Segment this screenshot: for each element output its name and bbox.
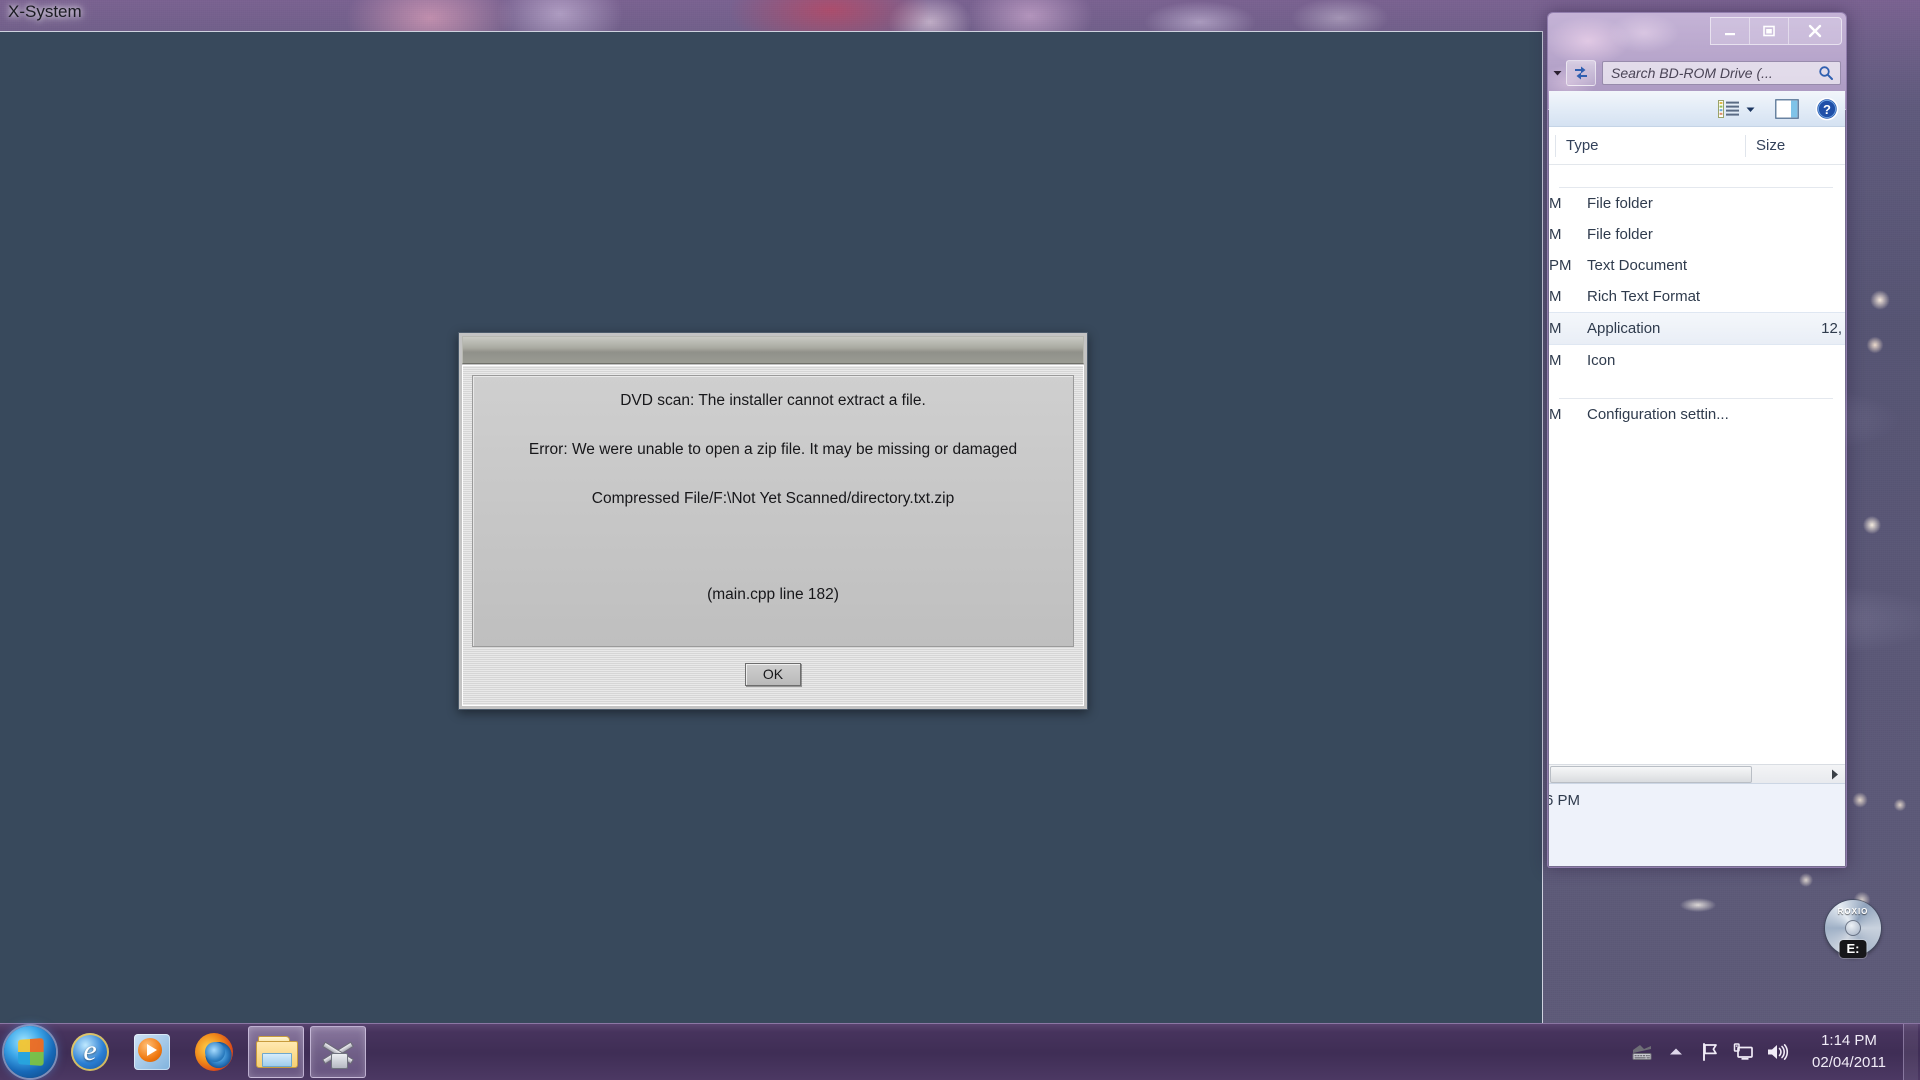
cell-date-modified: M bbox=[1549, 195, 1562, 212]
scrollbar-thumb[interactable] bbox=[1550, 765, 1752, 783]
column-headers: Type Size bbox=[1549, 127, 1845, 165]
clock-time: 1:14 PM bbox=[1821, 1032, 1877, 1049]
taskbar-item-internet-explorer[interactable] bbox=[62, 1026, 118, 1078]
table-row[interactable]: M File folder bbox=[1549, 219, 1845, 250]
action-center-flag-icon[interactable] bbox=[1693, 1024, 1727, 1080]
dialog-message-pane: DVD scan: The installer cannot extract a… bbox=[472, 375, 1074, 647]
cell-size: 12, bbox=[1821, 320, 1842, 337]
dialog-message-line-3: Compressed File/F:\Not Yet Scanned/direc… bbox=[591, 490, 955, 507]
views-button[interactable] bbox=[1718, 99, 1755, 118]
close-button[interactable] bbox=[1789, 18, 1841, 44]
input-method-icon[interactable] bbox=[1625, 1024, 1659, 1080]
explorer-window[interactable]: Search BD-ROM Drive (... ? Type Size M F… bbox=[1547, 12, 1847, 868]
views-icon bbox=[1718, 99, 1739, 118]
search-input[interactable]: Search BD-ROM Drive (... bbox=[1602, 61, 1841, 85]
clock-date: 02/04/2011 bbox=[1812, 1054, 1886, 1071]
cell-date-modified: M bbox=[1549, 320, 1562, 337]
table-row[interactable]: M Application 12, bbox=[1549, 312, 1845, 345]
cell-date-modified: M bbox=[1549, 226, 1562, 243]
volume-icon[interactable] bbox=[1761, 1024, 1795, 1080]
dialog-surface: DVD scan: The installer cannot extract a… bbox=[462, 365, 1084, 706]
arrow-right-icon[interactable] bbox=[1825, 769, 1845, 780]
disc-brand-label: ROXIO bbox=[1837, 907, 1869, 916]
cell-type: Rich Text Format bbox=[1587, 288, 1701, 305]
dialog-message-line-1: DVD scan: The installer cannot extract a… bbox=[620, 392, 926, 409]
table-row[interactable]: M Configuration settin... bbox=[1549, 399, 1845, 430]
help-button[interactable]: ? bbox=[1815, 97, 1839, 121]
details-modified-time: 6 PM bbox=[1549, 792, 1581, 809]
show-desktop-button[interactable] bbox=[1903, 1024, 1918, 1080]
xsystem-window-title: X-System bbox=[8, 2, 82, 21]
dialog-titlebar[interactable] bbox=[462, 336, 1084, 364]
windows-media-player-icon bbox=[134, 1034, 170, 1070]
column-header-type[interactable]: Type bbox=[1555, 134, 1745, 157]
table-row[interactable]: M Icon bbox=[1549, 345, 1845, 376]
table-row[interactable]: M File folder bbox=[1549, 188, 1845, 219]
search-icon bbox=[1818, 65, 1840, 81]
chevron-down-icon bbox=[1746, 100, 1755, 118]
preview-pane-button[interactable] bbox=[1775, 98, 1799, 119]
clock[interactable]: 1:14 PM 02/04/2011 bbox=[1795, 1030, 1903, 1074]
ok-button[interactable]: OK bbox=[745, 663, 801, 686]
x-system-icon bbox=[319, 1035, 357, 1069]
start-button[interactable] bbox=[4, 1026, 56, 1078]
table-row[interactable]: M Rich Text Format bbox=[1549, 281, 1845, 312]
cell-date-modified: M bbox=[1549, 352, 1562, 369]
cell-type: Application bbox=[1587, 320, 1661, 337]
file-rows-host: M File folder M File folder PM Text Document M… bbox=[1549, 188, 1845, 430]
search-placeholder: Search BD-ROM Drive (... bbox=[1611, 65, 1773, 81]
system-tray: 1:14 PM 02/04/2011 bbox=[1625, 1024, 1920, 1080]
cell-type: Icon bbox=[1587, 352, 1616, 369]
preview-pane-icon bbox=[1775, 98, 1799, 119]
taskbar: 1:14 PM 02/04/2011 bbox=[0, 1023, 1920, 1080]
help-icon: ? bbox=[1815, 97, 1839, 120]
error-dialog[interactable]: DVD scan: The installer cannot extract a… bbox=[458, 332, 1088, 710]
show-hidden-icons-icon[interactable] bbox=[1659, 1024, 1693, 1080]
firefox-icon bbox=[195, 1033, 233, 1071]
cell-type: File folder bbox=[1587, 226, 1653, 243]
chevron-down-icon[interactable] bbox=[1550, 70, 1564, 77]
taskbar-item-windows-explorer[interactable] bbox=[248, 1026, 304, 1078]
cell-date-modified: PM bbox=[1549, 257, 1572, 274]
disc-icon: ROXIO E: bbox=[1825, 900, 1881, 958]
table-row[interactable]: PM Text Document bbox=[1549, 250, 1845, 281]
file-list[interactable]: M File folder M File folder PM Text Document M… bbox=[1549, 165, 1845, 765]
cell-date-modified: M bbox=[1549, 288, 1562, 305]
window-caption-buttons bbox=[1710, 17, 1842, 45]
taskbar-item-x-system[interactable] bbox=[310, 1026, 366, 1078]
minimize-button[interactable] bbox=[1711, 18, 1750, 44]
dialog-source-reference: (main.cpp line 182) bbox=[707, 586, 839, 603]
dialog-button-bar: OK bbox=[472, 656, 1074, 696]
explorer-address-row: Search BD-ROM Drive (... bbox=[1548, 59, 1846, 87]
disc-drive-letter: E: bbox=[1839, 940, 1867, 958]
cell-type: Text Document bbox=[1587, 257, 1688, 274]
refresh-icon[interactable] bbox=[1566, 60, 1596, 86]
details-pane: 6 PM bbox=[1549, 783, 1845, 866]
desktop-icon-roxio[interactable]: ROXIO E: bbox=[1818, 900, 1888, 980]
internet-explorer-icon bbox=[71, 1033, 109, 1071]
taskbar-item-windows-media-player[interactable] bbox=[124, 1026, 180, 1078]
cell-date-modified: M bbox=[1549, 406, 1562, 423]
taskbar-item-firefox[interactable] bbox=[186, 1026, 242, 1078]
explorer-toolbar: ? bbox=[1549, 91, 1845, 127]
desktop-screen: ROXIO E: X-System DVD scan: The installe… bbox=[0, 0, 1920, 1080]
folder-icon bbox=[256, 1036, 298, 1068]
maximize-button[interactable] bbox=[1750, 18, 1789, 44]
cell-type: File folder bbox=[1587, 195, 1653, 212]
horizontal-scrollbar[interactable] bbox=[1549, 764, 1845, 783]
column-header-size[interactable]: Size bbox=[1745, 134, 1845, 157]
cell-type: Configuration settin... bbox=[1587, 406, 1729, 423]
network-icon[interactable] bbox=[1727, 1024, 1761, 1080]
svg-text:?: ? bbox=[1823, 102, 1831, 117]
dialog-message-line-2: Error: We were unable to open a zip file… bbox=[528, 441, 1018, 458]
